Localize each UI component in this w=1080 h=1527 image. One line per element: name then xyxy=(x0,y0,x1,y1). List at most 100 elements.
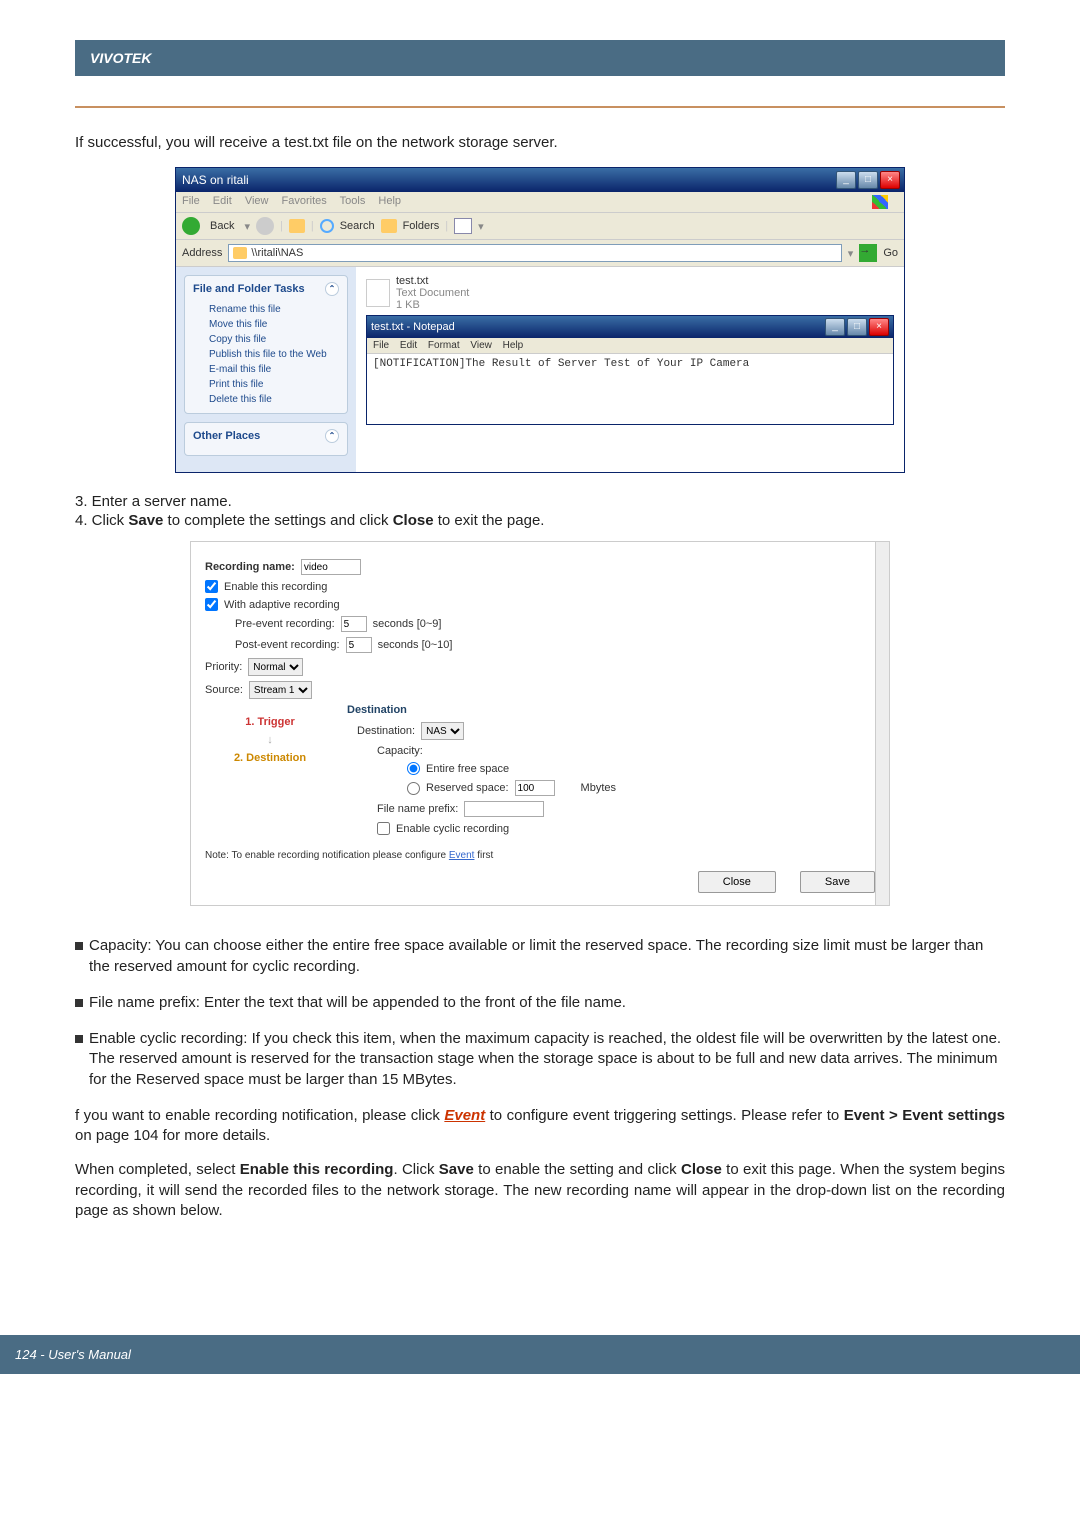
header-divider xyxy=(75,106,1005,108)
notepad-menu-format[interactable]: Format xyxy=(428,340,460,351)
capacity-label: Capacity: xyxy=(377,745,423,757)
folder-icon xyxy=(233,247,247,259)
intro-text: If successful, you will receive a test.t… xyxy=(75,133,1005,153)
back-icon[interactable] xyxy=(182,217,200,235)
notepad-close-button[interactable]: × xyxy=(869,318,889,336)
bullet-icon xyxy=(75,942,83,950)
search-icon xyxy=(320,219,334,233)
notepad-menu-view[interactable]: View xyxy=(470,340,492,351)
event-link[interactable]: Event xyxy=(449,850,475,861)
search-button[interactable]: Search xyxy=(340,220,375,232)
source-select[interactable]: Stream 1 xyxy=(249,681,312,699)
explorer-main-pane: test.txt Text Document 1 KB test.txt - N… xyxy=(356,267,904,472)
task-copy[interactable]: Copy this file xyxy=(193,332,339,347)
explorer-titlebar: NAS on ritali _ □ × xyxy=(176,168,904,192)
page-header: VIVOTEK xyxy=(75,40,1005,76)
close-button[interactable]: Close xyxy=(698,871,776,893)
prefix-input[interactable] xyxy=(464,801,544,817)
go-icon[interactable]: → xyxy=(859,244,877,262)
forward-icon[interactable] xyxy=(256,217,274,235)
entire-label: Entire free space xyxy=(426,763,509,775)
menu-help[interactable]: Help xyxy=(378,195,401,207)
completed-paragraph: When completed, select Enable this recor… xyxy=(75,1160,1005,1221)
address-label: Address xyxy=(182,247,222,259)
notepad-menu-file[interactable]: File xyxy=(373,340,389,351)
bullet-cyclic: Enable cyclic recording: If you check th… xyxy=(89,1029,1005,1090)
file-size: 1 KB xyxy=(396,299,469,311)
destination-label: Destination: xyxy=(357,725,415,737)
recording-name-input[interactable] xyxy=(301,559,361,575)
notification-paragraph: f you want to enable recording notificat… xyxy=(75,1106,1005,1147)
task-rename[interactable]: Rename this file xyxy=(193,302,339,317)
pre-event-label: Pre-event recording: xyxy=(235,618,335,630)
menu-favorites[interactable]: Favorites xyxy=(282,195,327,207)
adaptive-checkbox[interactable] xyxy=(205,598,218,611)
cyclic-checkbox[interactable] xyxy=(377,822,390,835)
address-value: \\ritali\NAS xyxy=(251,247,303,259)
brand-text: VIVOTEK xyxy=(90,50,151,66)
file-item[interactable]: test.txt Text Document 1 KB xyxy=(366,275,894,311)
side-panel-title: File and Folder Tasks xyxy=(193,283,305,295)
step-trigger[interactable]: 1. Trigger xyxy=(205,716,335,728)
priority-select[interactable]: Normal xyxy=(248,658,303,676)
notepad-content[interactable]: [NOTIFICATION]The Result of Server Test … xyxy=(367,354,893,424)
up-icon[interactable] xyxy=(289,219,305,233)
maximize-button[interactable]: □ xyxy=(858,171,878,189)
post-event-unit: seconds [0~10] xyxy=(378,639,453,651)
back-button[interactable]: Back xyxy=(206,218,238,234)
notepad-menubar: File Edit Format View Help xyxy=(367,338,893,354)
bullet-icon xyxy=(75,999,83,1007)
go-label[interactable]: Go xyxy=(883,247,898,259)
enable-recording-label: Enable this recording xyxy=(224,581,327,593)
explorer-menubar: File Edit View Favorites Tools Help xyxy=(176,192,904,213)
views-icon[interactable] xyxy=(454,218,472,234)
step-3: 3. Enter a server name. xyxy=(75,493,1005,510)
file-name: test.txt xyxy=(396,275,469,287)
task-email[interactable]: E-mail this file xyxy=(193,362,339,377)
bullet-capacity: Capacity: You can choose either the enti… xyxy=(89,936,1005,977)
minimize-button[interactable]: _ xyxy=(836,171,856,189)
chevron-up-icon[interactable]: ⌃ xyxy=(325,429,339,443)
task-publish[interactable]: Publish this file to the Web xyxy=(193,347,339,362)
task-move[interactable]: Move this file xyxy=(193,317,339,332)
footer-text: 124 - User's Manual xyxy=(15,1347,131,1362)
bullet-icon xyxy=(75,1035,83,1043)
menu-tools[interactable]: Tools xyxy=(340,195,366,207)
source-label: Source: xyxy=(205,684,243,696)
reserved-label: Reserved space: xyxy=(426,782,509,794)
notepad-minimize-button[interactable]: _ xyxy=(825,318,845,336)
window-title: NAS on ritali xyxy=(182,173,249,187)
text-file-icon xyxy=(366,279,390,307)
chevron-up-icon[interactable]: ⌃ xyxy=(325,282,339,296)
menu-view[interactable]: View xyxy=(245,195,269,207)
entire-radio[interactable] xyxy=(407,762,420,775)
pre-event-input[interactable] xyxy=(341,616,367,632)
menu-file[interactable]: File xyxy=(182,195,200,207)
explorer-side-pane: File and Folder Tasks⌃ Rename this file … xyxy=(176,267,356,472)
destination-select[interactable]: NAS xyxy=(421,722,464,740)
page-footer: 124 - User's Manual xyxy=(0,1335,1080,1374)
notepad-title: test.txt - Notepad xyxy=(371,321,455,333)
post-event-input[interactable] xyxy=(346,637,372,653)
notepad-maximize-button[interactable]: □ xyxy=(847,318,867,336)
recording-dialog: Recording name: Enable this recording Wi… xyxy=(190,541,890,906)
task-delete[interactable]: Delete this file xyxy=(193,392,339,407)
folders-button[interactable]: Folders xyxy=(403,220,440,232)
address-input[interactable]: \\ritali\NAS xyxy=(228,244,841,262)
enable-recording-checkbox[interactable] xyxy=(205,580,218,593)
pre-event-unit: seconds [0~9] xyxy=(373,618,442,630)
scrollbar[interactable] xyxy=(875,542,889,905)
notepad-menu-help[interactable]: Help xyxy=(503,340,524,351)
reserved-input[interactable] xyxy=(515,780,555,796)
notepad-menu-edit[interactable]: Edit xyxy=(400,340,417,351)
menu-edit[interactable]: Edit xyxy=(213,195,232,207)
close-button[interactable]: × xyxy=(880,171,900,189)
reserved-radio[interactable] xyxy=(407,782,420,795)
save-button[interactable]: Save xyxy=(800,871,875,893)
event-link[interactable]: Event xyxy=(444,1107,485,1124)
step-destination[interactable]: 2. Destination xyxy=(205,752,335,764)
task-print[interactable]: Print this file xyxy=(193,377,339,392)
cyclic-label: Enable cyclic recording xyxy=(396,823,509,835)
notepad-window: test.txt - Notepad _ □ × File Edit Forma… xyxy=(366,315,894,425)
folders-icon xyxy=(381,219,397,233)
